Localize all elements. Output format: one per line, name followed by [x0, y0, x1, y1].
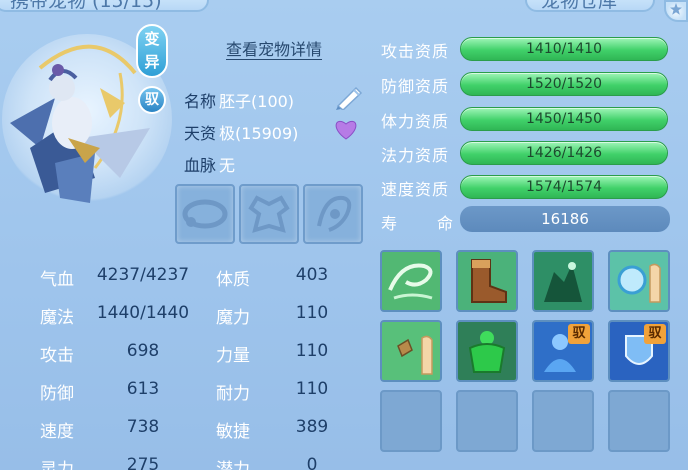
aptitude-label: 防御资质: [381, 77, 450, 96]
stat-label: 潜力: [216, 460, 250, 470]
stat-label: 灵力: [40, 460, 74, 470]
tab-carried-pets[interactable]: 携带宠物 (15/15): [0, 0, 209, 12]
armor-icon: [248, 195, 290, 233]
aptitude-bar: 1520/1520: [460, 72, 668, 96]
pet-info-panel: 变异 驭 查看宠物详情 名称 胚子(100) 天资 极(15909) 血脉无 气血 4…: [0, 14, 368, 470]
view-pet-details-link[interactable]: 查看宠物详情: [226, 36, 322, 60]
yu-badge: 驭: [138, 86, 166, 114]
equip-slot-collar[interactable]: [175, 184, 235, 244]
stat-label: 耐力: [216, 384, 250, 404]
life-label: 寿 命: [381, 210, 453, 234]
pet-blood-row: 血脉无: [184, 152, 235, 176]
stat-value: 389: [295, 417, 329, 437]
stat-value: 110: [295, 341, 329, 361]
aptitude-label: 速度资质: [381, 180, 450, 199]
yu-mini-badge: 驭: [568, 324, 590, 344]
empty-skill-slot[interactable]: [532, 390, 594, 452]
rename-pen-icon[interactable]: [334, 84, 364, 110]
blood-label: 血脉: [184, 156, 217, 175]
heart-icon[interactable]: [333, 118, 359, 140]
stat-value: 403: [295, 265, 329, 285]
skill-slot[interactable]: 驭: [532, 320, 594, 382]
yu-mini-badge: 驭: [644, 324, 666, 344]
amulet-icon: [317, 195, 352, 232]
life-label-b: 命: [436, 214, 453, 233]
tab-pet-warehouse[interactable]: 宠物仓库: [525, 0, 655, 12]
aptitude-label: 法力资质: [381, 146, 450, 165]
stat-value: 698: [126, 341, 160, 361]
stat-label: 防御: [40, 384, 74, 404]
aptitude-bar: 1410/1410: [460, 37, 668, 61]
stat-label: 魔力: [216, 308, 250, 328]
stat-value: 4237/4237: [96, 265, 190, 285]
aptitude-label: 攻击资质: [381, 42, 450, 61]
skill-slot[interactable]: [456, 320, 518, 382]
equip-slot-armor[interactable]: [239, 184, 299, 244]
talent-value: 极(15909): [219, 124, 299, 143]
blood-value: 无: [219, 156, 236, 175]
collar-icon: [182, 199, 228, 229]
stat-value: 110: [295, 303, 329, 323]
skill-slot[interactable]: [380, 250, 442, 312]
life-label-a: 寿: [381, 214, 398, 233]
empty-skill-slot[interactable]: [380, 390, 442, 452]
pet-talent-row: 天资 极(15909): [184, 120, 298, 144]
stat-value: 613: [126, 379, 160, 399]
aptitude-bar: 1574/1574: [460, 175, 668, 199]
stat-label: 速度: [40, 422, 74, 442]
empty-skill-slot[interactable]: [456, 390, 518, 452]
stat-value: 1440/1440: [96, 303, 190, 323]
skill-slot[interactable]: [608, 250, 670, 312]
pet-name-row: 名称 胚子(100): [184, 88, 294, 112]
stat-label: 攻击: [40, 346, 74, 366]
water-palm-skill-icon: [610, 252, 668, 310]
equip-slot-amulet[interactable]: [303, 184, 363, 244]
green-beast-skill-icon: [534, 252, 592, 310]
stat-label: 气血: [40, 270, 74, 290]
skill-slot[interactable]: [380, 320, 442, 382]
life-bar: 16186: [460, 206, 670, 232]
corner-button[interactable]: [664, 0, 688, 22]
stat-value: 738: [126, 417, 160, 437]
star-icon: [670, 3, 682, 15]
name-label: 名称: [184, 92, 217, 111]
wind-swirl-skill-icon: [382, 252, 440, 310]
stat-value: 275: [126, 455, 160, 470]
name-value: 胚子(100): [219, 92, 295, 111]
stat-value: 0: [306, 455, 318, 470]
aptitude-bar: 1426/1426: [460, 141, 668, 165]
green-muscle-skill-icon: [458, 322, 516, 380]
skill-slot[interactable]: [456, 250, 518, 312]
talent-label: 天资: [184, 124, 217, 143]
skill-slot[interactable]: 驭: [608, 320, 670, 382]
aptitude-bar: 1450/1450: [460, 107, 668, 131]
stat-label: 敏捷: [216, 422, 250, 442]
stat-value: 110: [295, 379, 329, 399]
skill-slot[interactable]: [532, 250, 594, 312]
stat-label: 魔法: [40, 308, 74, 328]
empty-skill-slot[interactable]: [608, 390, 670, 452]
aptitude-label: 体力资质: [381, 112, 450, 131]
variant-badge: 变异: [136, 24, 168, 78]
rock-palm-skill-icon: [382, 322, 440, 380]
stat-label: 体质: [216, 270, 250, 290]
boot-skill-icon: [458, 252, 516, 310]
stat-label: 力量: [216, 346, 250, 366]
